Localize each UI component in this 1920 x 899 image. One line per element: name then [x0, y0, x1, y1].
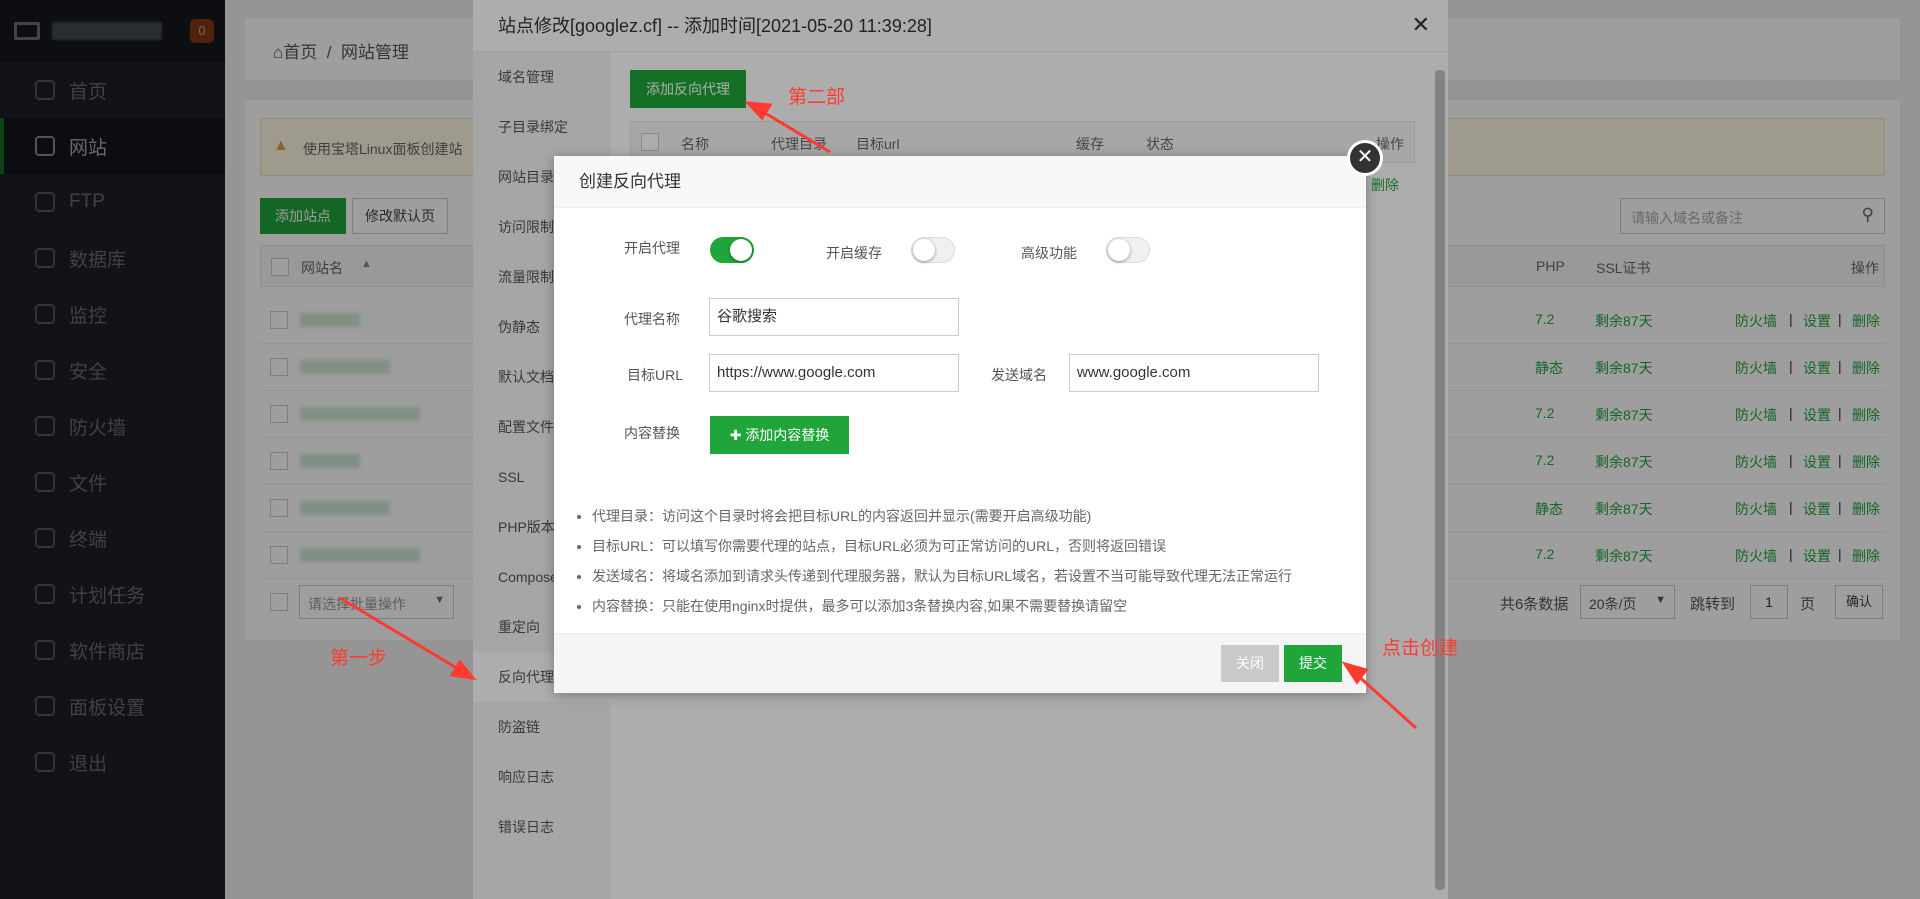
annotation-arrows: [339, 101, 1418, 730]
arrowhead-icon: [449, 659, 477, 681]
arrow-click-create: [1353, 671, 1418, 730]
arrow-step2: [759, 108, 831, 154]
arrow-step1: [339, 596, 461, 672]
